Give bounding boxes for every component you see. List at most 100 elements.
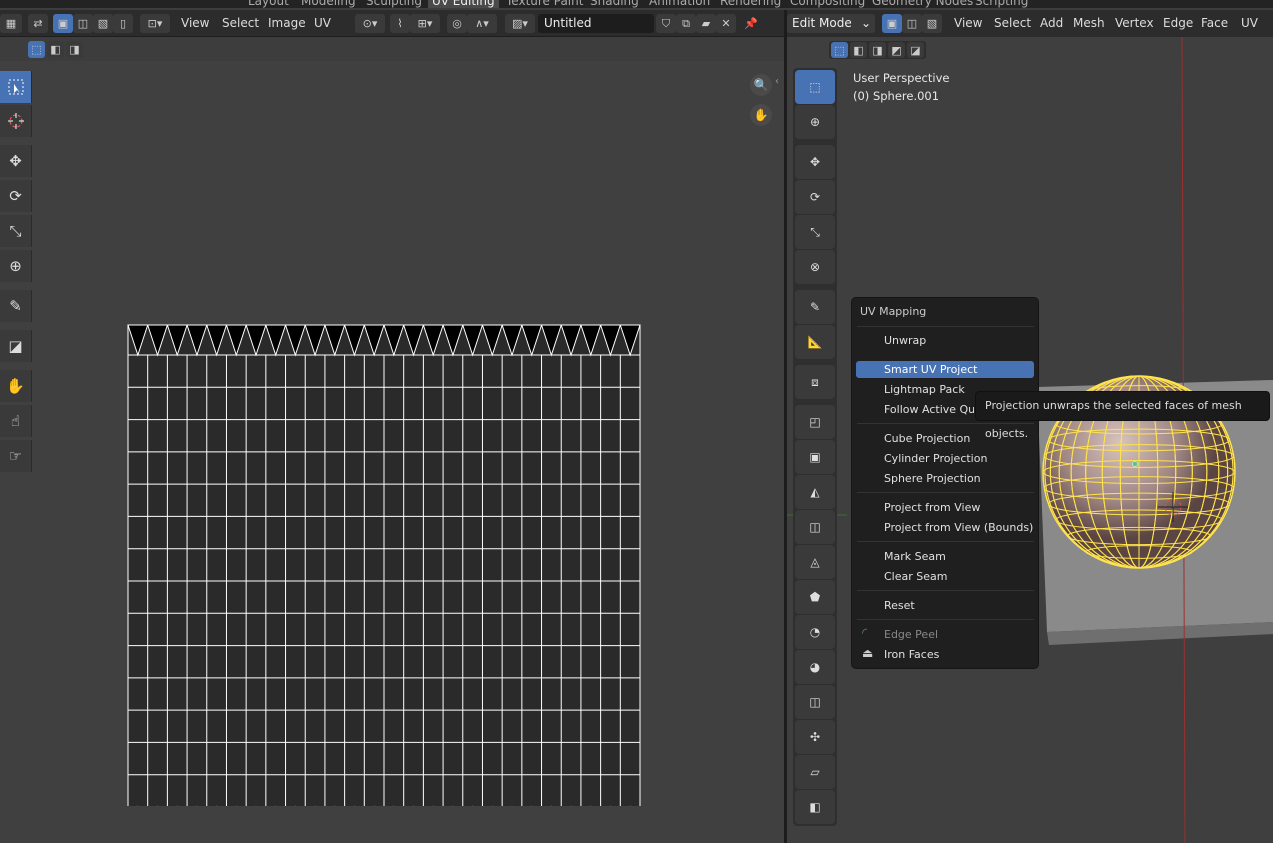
- tab-sculpting[interactable]: Sculpting: [366, 0, 422, 8]
- move-tool-3d[interactable]: ✥: [795, 145, 835, 179]
- sidebar-toggle-icon[interactable]: ‹: [775, 76, 779, 87]
- uv-menu-uv[interactable]: UV: [314, 16, 331, 30]
- poly-build-tool-icon[interactable]: ⬟: [795, 580, 835, 614]
- cursor-tool-3d[interactable]: ⊕: [795, 105, 835, 139]
- island-select-mode-icon[interactable]: ▯: [113, 14, 133, 33]
- tab-shading[interactable]: Shading: [590, 0, 639, 8]
- edge-slide-tool-icon[interactable]: ◫: [795, 685, 835, 719]
- select-box-tool-3d[interactable]: ⬚: [795, 70, 835, 104]
- v3d-menu-uv[interactable]: UV: [1241, 16, 1258, 30]
- cursor-tool[interactable]: [0, 105, 32, 137]
- proportional-falloff-dropdown[interactable]: ∧▾: [467, 14, 497, 33]
- transform-tool-3d[interactable]: ⊗: [795, 250, 835, 284]
- select-box-tool[interactable]: [0, 71, 32, 103]
- image-browse-dropdown[interactable]: ▨▾: [505, 14, 535, 33]
- scale-tool-3d[interactable]: ⤡: [795, 215, 835, 249]
- select-subtract-icon[interactable]: ◨: [66, 41, 83, 58]
- scale-tool[interactable]: ⤡: [0, 215, 32, 247]
- uv-menu-image[interactable]: Image: [268, 16, 306, 30]
- extrude-region-tool-icon[interactable]: ◰: [795, 405, 835, 439]
- v3d-menu-edge[interactable]: Edge: [1163, 16, 1193, 30]
- move-tool[interactable]: ✥: [0, 145, 32, 177]
- v3d-menu-add[interactable]: Add: [1040, 16, 1063, 30]
- vertex-mode-icon[interactable]: ▣: [882, 14, 902, 33]
- face-mode-icon[interactable]: ▧: [922, 14, 942, 33]
- select-extend-icon-3d[interactable]: ◧: [850, 42, 867, 58]
- inset-faces-tool-icon[interactable]: ▣: [795, 440, 835, 474]
- add-cube-tool-icon[interactable]: ⧈: [795, 365, 835, 399]
- v3d-menu-view[interactable]: View: [954, 16, 982, 30]
- menu-item-project-from-view-bounds[interactable]: Project from View (Bounds): [884, 521, 1033, 534]
- pan-hand-icon[interactable]: ✋: [750, 104, 772, 126]
- spin-tool-icon[interactable]: ◔: [795, 615, 835, 649]
- uv-mesh[interactable]: [100, 256, 660, 806]
- shrink-fatten-tool-icon[interactable]: ✣: [795, 720, 835, 754]
- select-extend-icon[interactable]: ◧: [47, 41, 64, 58]
- open-image-icon[interactable]: ▰: [696, 14, 716, 33]
- tab-scripting[interactable]: Scripting: [975, 0, 1028, 8]
- fake-user-icon[interactable]: ⛉: [656, 14, 676, 33]
- image-name-field[interactable]: Untitled: [538, 14, 654, 33]
- mode-dropdown[interactable]: Edit Mode ⌄: [787, 14, 875, 33]
- annotate-tool[interactable]: ✎: [0, 290, 32, 322]
- tab-modeling[interactable]: Modeling: [301, 0, 356, 8]
- tab-layout[interactable]: Layout: [248, 0, 289, 8]
- menu-item-iron-faces[interactable]: Iron Faces: [884, 648, 939, 661]
- transform-tool[interactable]: ⊕: [0, 250, 32, 282]
- menu-item-reset[interactable]: Reset: [884, 599, 915, 612]
- select-new-icon[interactable]: ⬚: [28, 41, 45, 58]
- sync-selection-icon[interactable]: ⇄: [28, 14, 48, 33]
- snap-target-dropdown[interactable]: ⊞▾: [410, 14, 440, 33]
- v3d-menu-mesh[interactable]: Mesh: [1073, 16, 1105, 30]
- uv-menu-select[interactable]: Select: [222, 16, 259, 30]
- rotate-tool-3d[interactable]: ⟳: [795, 180, 835, 214]
- v3d-menu-face[interactable]: Face: [1201, 16, 1228, 30]
- editor-type-icon[interactable]: ▦: [0, 14, 22, 33]
- tab-geometry-nodes[interactable]: Geometry Nodes: [872, 0, 973, 8]
- face-select-mode-icon[interactable]: ▧: [93, 14, 113, 33]
- pinch-tool[interactable]: ☞: [0, 440, 32, 472]
- tab-uv-editing[interactable]: UV Editing: [428, 0, 499, 8]
- edge-mode-icon[interactable]: ◫: [902, 14, 922, 33]
- shear-tool-icon[interactable]: ▱: [795, 755, 835, 789]
- menu-item-mark-seam[interactable]: Mark Seam: [884, 550, 946, 563]
- uv-menu-view[interactable]: View: [181, 16, 209, 30]
- annotate-tool-3d[interactable]: ✎: [795, 290, 835, 324]
- zoom-icon[interactable]: 🔍: [750, 74, 772, 96]
- tab-animation[interactable]: Animation: [649, 0, 710, 8]
- unlink-image-icon[interactable]: ✕: [716, 14, 736, 33]
- menu-item-cylinder-projection[interactable]: Cylinder Projection: [884, 452, 987, 465]
- bevel-tool-icon[interactable]: ◭: [795, 475, 835, 509]
- menu-item-lightmap-pack[interactable]: Lightmap Pack: [884, 383, 965, 396]
- knife-tool-icon[interactable]: ◬: [795, 545, 835, 579]
- rotate-tool[interactable]: ⟳: [0, 180, 32, 212]
- measure-tool-3d[interactable]: 📐: [795, 325, 835, 359]
- sticky-selection-dropdown[interactable]: ⊡▾: [140, 14, 170, 33]
- pivot-point-dropdown[interactable]: ⊙▾: [355, 14, 385, 33]
- select-subtract-icon-3d[interactable]: ◨: [869, 42, 886, 58]
- select-invert-icon-3d[interactable]: ◩: [888, 42, 905, 58]
- vertex-select-mode-icon[interactable]: ▣: [53, 14, 73, 33]
- select-new-icon-3d[interactable]: ⬚: [831, 42, 848, 58]
- menu-item-sphere-projection[interactable]: Sphere Projection: [884, 472, 981, 485]
- menu-item-follow-active-quads[interactable]: Follow Active Quads: [884, 403, 974, 416]
- proportional-edit-icon[interactable]: ◎: [447, 14, 467, 33]
- loop-cut-tool-icon[interactable]: ◫: [795, 510, 835, 544]
- snap-toggle-icon[interactable]: ⌇: [390, 14, 410, 33]
- pin-icon[interactable]: 📌: [741, 14, 761, 33]
- tab-rendering[interactable]: Rendering: [720, 0, 781, 8]
- v3d-menu-vertex[interactable]: Vertex: [1115, 16, 1154, 30]
- new-image-icon[interactable]: ⧉: [676, 14, 696, 33]
- rip-region-tool-icon[interactable]: ◧: [795, 790, 835, 824]
- uv-editor-canvas[interactable]: ✥ ⟳ ⤡ ⊕ ✎ ◪ ✋ ☝ ☞ 🔍 ✋ ‹: [0, 61, 784, 843]
- rip-tool[interactable]: ◪: [0, 330, 32, 362]
- menu-item-smart-uv-project[interactable]: Smart UV Project: [856, 361, 1034, 378]
- tab-texture-paint[interactable]: Texture Paint: [506, 0, 583, 8]
- menu-item-unwrap[interactable]: Unwrap: [884, 334, 926, 347]
- relax-tool[interactable]: ☝: [0, 405, 32, 437]
- select-intersect-icon-3d[interactable]: ◪: [907, 42, 924, 58]
- grab-tool[interactable]: ✋: [0, 370, 32, 402]
- tab-compositing[interactable]: Compositing: [790, 0, 865, 8]
- menu-item-project-from-view[interactable]: Project from View: [884, 501, 980, 514]
- edge-select-mode-icon[interactable]: ◫: [73, 14, 93, 33]
